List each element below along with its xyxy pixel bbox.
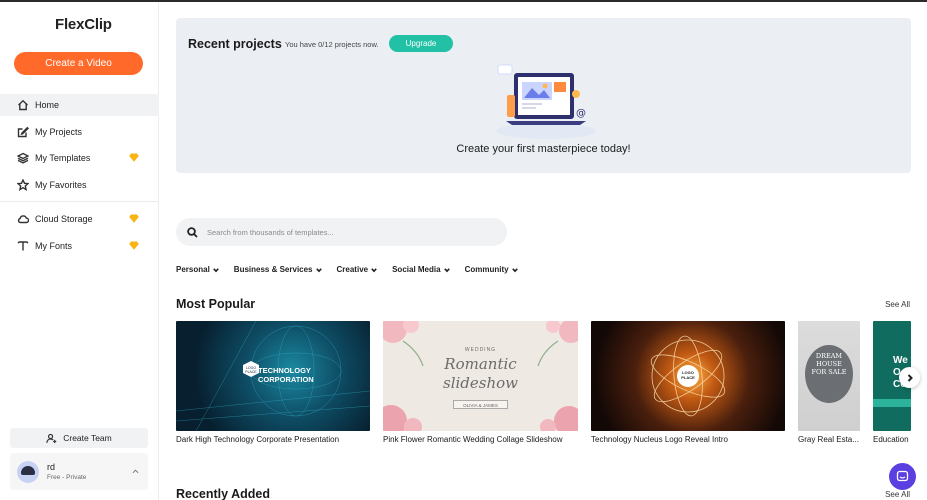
thumbnail-overlay-line2: slideshow [443, 374, 518, 392]
education-badge [873, 399, 911, 407]
sidebar: FlexClip Create a Video Home My Projects… [0, 2, 159, 500]
upgrade-button[interactable]: Upgrade [389, 35, 453, 52]
chevron-down-icon [315, 267, 322, 272]
home-icon [18, 99, 28, 111]
empty-state-text: Create your first masterpiece today! [456, 143, 631, 155]
template-thumbnail-romantic-wedding[interactable]: WEDDING Romantic slideshow OLIVIA & JAME… [383, 321, 578, 431]
flexclip-logo[interactable]: FlexClip [55, 16, 112, 33]
avatar [17, 461, 39, 483]
user-account-card[interactable]: rd Free - Private [10, 453, 148, 490]
thumbnail-overlay-line1: Romantic [444, 355, 517, 373]
template-caption[interactable]: Technology Nucleus Logo Reveal Intro [591, 435, 785, 444]
chat-support-button[interactable] [889, 463, 916, 490]
create-team-label: Create Team [63, 433, 112, 443]
thumbnail-overlay-small: WEDDING [464, 347, 497, 353]
carousel-next-button[interactable] [899, 367, 920, 388]
sidebar-item-label: Home [35, 100, 60, 110]
thumbnail-logo-text: LOGO PLACE [245, 366, 257, 374]
edit-icon [17, 126, 29, 137]
template-caption[interactable]: Gray Real Esta... [798, 435, 860, 444]
category-community[interactable]: Community [465, 265, 518, 274]
template-thumbnail-tech-nucleus[interactable]: LOGO PLACE [591, 321, 785, 431]
sidebar-nav-primary: Home My Projects My Templates My Favorit… [0, 94, 159, 200]
logo-text: FlexClip [55, 16, 112, 33]
template-caption[interactable]: Pink Flower Romantic Wedding Collage Sli… [383, 435, 578, 444]
thumbnail-logo-text: LOGO PLACE [681, 370, 695, 380]
sidebar-item-my-favorites[interactable]: My Favorites [0, 174, 159, 196]
category-social-media[interactable]: Social Media [392, 265, 450, 274]
user-plan: Free - Private [47, 474, 87, 481]
most-popular-title: Most Popular [176, 297, 256, 311]
sidebar-item-home[interactable]: Home [0, 94, 159, 116]
chevron-down-icon [511, 267, 518, 272]
recent-projects-title: Recent projects [188, 37, 282, 51]
sidebar-item-my-fonts[interactable]: My Fonts [0, 235, 159, 257]
premium-gem-icon [129, 153, 139, 162]
sidebar-item-my-templates[interactable]: My Templates [0, 147, 159, 169]
category-business-services[interactable]: Business & Services [234, 265, 322, 274]
category-personal[interactable]: Personal [176, 265, 219, 274]
template-thumbnail-real-estate[interactable]: DREAM HOUSE FOR SALE [798, 321, 860, 431]
sidebar-item-my-projects[interactable]: My Projects [0, 121, 159, 143]
sidebar-nav-secondary: Cloud Storage My Fonts [0, 208, 159, 261]
category-label: Personal [176, 265, 210, 274]
chat-icon [896, 470, 909, 482]
chevron-right-icon [907, 373, 913, 382]
create-video-button[interactable]: Create a Video [14, 52, 143, 75]
thumbnail-overlay-text: DREAM HOUSE FOR SALE [811, 352, 847, 376]
create-team-button[interactable]: Create Team [10, 428, 148, 448]
star-icon [17, 178, 29, 191]
sidebar-item-label: My Favorites [35, 179, 87, 190]
sidebar-item-cloud-storage[interactable]: Cloud Storage [0, 208, 159, 230]
category-creative[interactable]: Creative [337, 265, 378, 274]
thumbnail-overlay-text: TECHNOLOGY CORPORATION [258, 366, 314, 384]
category-label: Creative [336, 265, 369, 274]
svg-text:@: @ [576, 108, 586, 119]
user-name: rd [47, 462, 56, 472]
sidebar-item-label: Cloud Storage [35, 214, 93, 224]
sidebar-divider [0, 201, 159, 202]
most-popular-see-all-link[interactable]: See All [885, 300, 910, 309]
layers-icon [17, 152, 29, 164]
thumbnail-names-badge: OLIVIA & JAMES [453, 400, 508, 409]
template-search-bar[interactable] [176, 218, 507, 246]
sidebar-item-label: My Fonts [35, 240, 73, 251]
search-input[interactable] [207, 227, 487, 237]
premium-gem-icon [129, 214, 139, 223]
chevron-down-icon [371, 267, 377, 272]
template-caption[interactable]: Dark High Technology Corporate Presentat… [176, 435, 370, 444]
chevron-up-icon[interactable] [132, 468, 139, 475]
category-label: Business & Services [233, 265, 313, 274]
laptop-illustration: @ [496, 64, 596, 139]
chevron-down-icon [443, 267, 450, 272]
projects-count-text: You have 0/12 projects now. [285, 40, 379, 49]
team-icon [46, 433, 57, 443]
search-icon [187, 226, 198, 238]
recently-added-title: Recently Added [176, 487, 271, 500]
cloud-icon [17, 215, 29, 224]
category-tabs: Personal Business & Services Creative So… [176, 265, 533, 274]
recent-projects-card: Recent projects You have 0/12 projects n… [176, 18, 911, 173]
sidebar-item-label: My Projects [35, 126, 83, 137]
category-label: Social Media [392, 265, 441, 274]
chevron-down-icon [213, 267, 219, 272]
category-label: Community [464, 265, 509, 274]
template-caption[interactable]: Education [873, 435, 911, 444]
premium-gem-icon [129, 241, 139, 250]
sidebar-item-label: My Templates [35, 153, 91, 163]
template-thumbnail-tech-corporate[interactable]: LOGO PLACE TECHNOLOGY CORPORATION [176, 321, 370, 431]
recently-added-see-all-link[interactable]: See All [885, 490, 910, 499]
text-icon [17, 240, 29, 250]
